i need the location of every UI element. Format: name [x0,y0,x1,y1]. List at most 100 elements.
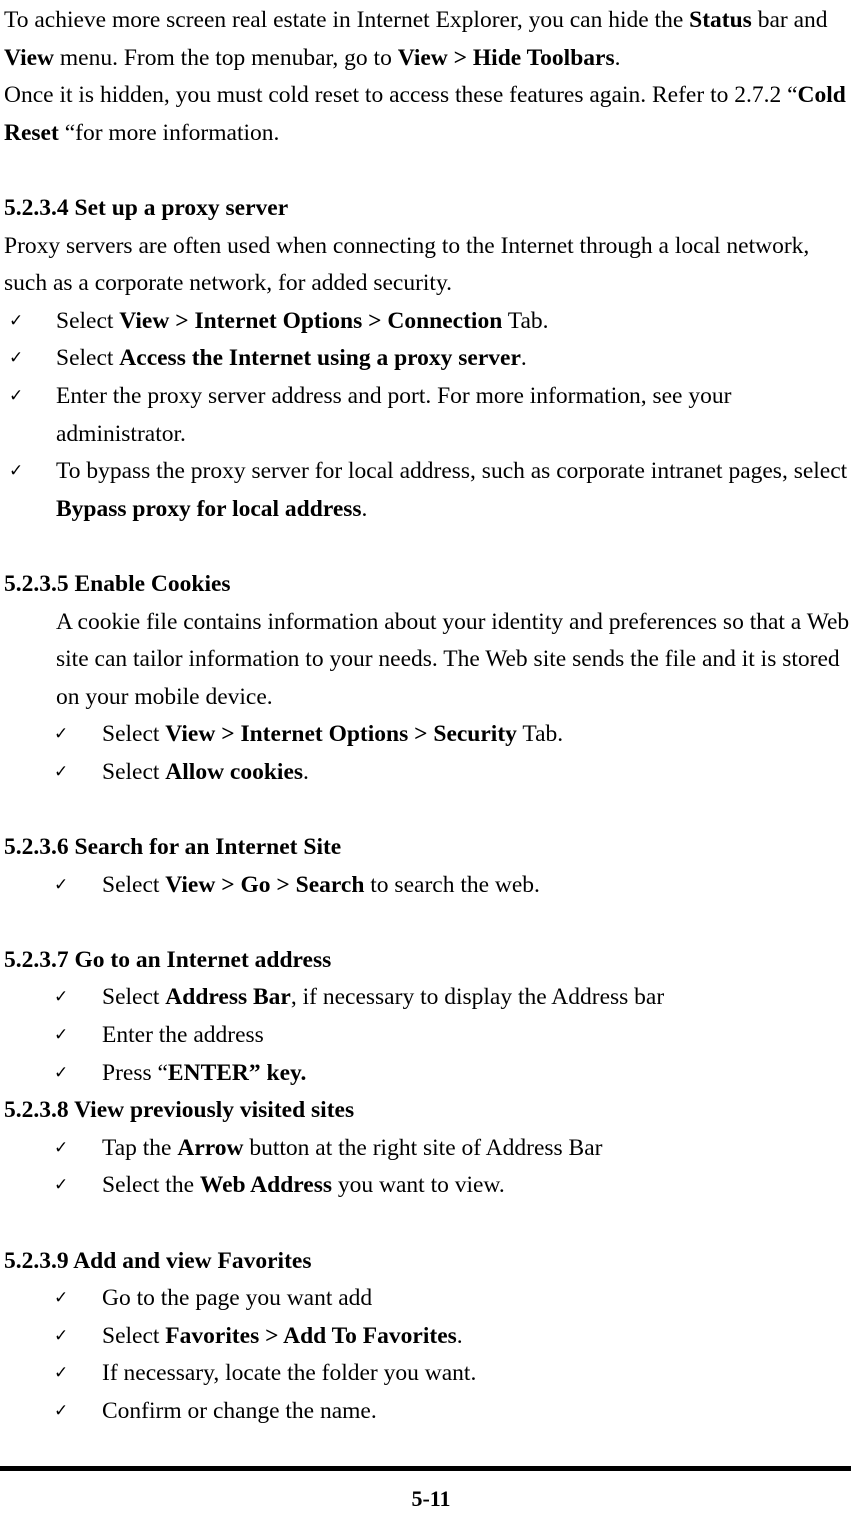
list-item: ✓ Select View > Internet Options > Secur… [4,716,852,754]
intro-bold-view: View [4,44,55,71]
list-item: ✓ Select the Web Address you want to vie… [4,1167,852,1205]
intro2-text-1: Once it is hidden, you must cold reset t… [4,82,798,109]
list-item-pre: Select [56,345,120,372]
list-item: ✓ Enter the address [4,1017,852,1055]
intro-text-4: . [614,44,621,71]
bullet-list-5-2-3-5: ✓ Select View > Internet Options > Secur… [4,716,852,791]
list-item-text: Press “ENTER” key. [102,1055,852,1093]
list-item-text: Select View > Go > Search to search the … [102,867,852,905]
bullet-list-5-2-3-9: ✓ Go to the page you want add ✓ Select F… [4,1280,852,1430]
intro-text-2: bar and [751,7,828,33]
list-item-text: Select Allow cookies. [102,754,852,792]
list-item-bold: Bypass proxy for local address [56,495,362,522]
list-item-bold: View > Internet Options > Security [165,721,517,748]
list-item: ✓ Select Favorites > Add To Favorites. [4,1318,852,1356]
checkmark-icon: ✓ [54,987,69,1008]
list-item-text: Tap the Arrow button at the right site o… [102,1130,852,1168]
section-heading-5-2-3-9: 5.2.3.9 Add and view Favorites [4,1247,312,1274]
section-heading-5-2-3-7: 5.2.3.7 Go to an Internet address [4,946,332,973]
list-item-pre: Select [102,984,166,1011]
checkmark-icon: ✓ [54,1137,69,1158]
list-item-text: If necessary, locate the folder you want… [102,1355,852,1393]
list-item-pre: Enter the proxy server address and port.… [56,382,732,447]
checkmark-icon: ✓ [54,761,69,782]
checkmark-icon: ✓ [54,724,69,745]
checkmark-icon: ✓ [54,1175,69,1196]
list-item-bold: Arrow [177,1134,244,1161]
list-item-post: Tab. [516,721,564,748]
list-item: ✓ If necessary, locate the folder you wa… [4,1355,852,1393]
section-paragraph-5-2-3-5: A cookie file contains information about… [56,608,850,710]
list-item-bold: View > Internet Options > Connection [119,307,503,334]
list-item-bold: Access the Internet using a proxy server [119,345,521,372]
list-item-text: To bypass the proxy server for local add… [56,453,852,528]
list-item: ✓ Select Allow cookies. [4,754,852,792]
list-item: ✓ Go to the page you want add [4,1280,852,1318]
list-item: ✓ Select Address Bar, if necessary to di… [4,979,852,1017]
intro-text-3: menu. From the top menubar, go to [54,44,398,71]
document-page: To achieve more screen real estate in In… [0,0,862,1519]
intro-bold-status: Status [689,7,752,33]
list-item-post: . [520,345,527,372]
list-item-pre: If necessary, locate the folder you want… [102,1360,477,1387]
list-item: ✓ Select View > Go > Search to search th… [4,867,852,905]
list-item-text: Go to the page you want add [102,1280,852,1318]
checkmark-icon: ✓ [9,310,24,331]
list-item-post: Tab. [502,307,549,334]
checkmark-icon: ✓ [54,1025,69,1046]
page-content: To achieve more screen real estate in In… [4,0,852,1431]
section-heading-5-2-3-4: 5.2.3.4 Set up a proxy server [4,194,289,221]
list-item-pre: Select [102,1322,166,1349]
list-item-text: Select View > Internet Options > Securit… [102,716,852,754]
list-item-pre: Select [102,721,166,748]
list-item-pre: Confirm or change the name. [102,1397,377,1424]
list-item-text: Select Favorites > Add To Favorites. [102,1318,852,1356]
checkmark-icon: ✓ [54,1400,69,1421]
list-item-pre: Select [102,871,166,898]
list-item-pre: Tap the [102,1134,178,1161]
list-item-pre: Enter the address [102,1022,264,1049]
list-item-pre: Go to the page you want add [102,1285,373,1312]
bullet-list-5-2-3-4: ✓ Select View > Internet Options > Conne… [4,303,852,529]
checkmark-icon: ✓ [54,1325,69,1346]
list-item-bold: View > Go > Search [165,871,365,898]
list-item: ✓ Enter the proxy server address and por… [4,378,852,453]
list-item-bold: Favorites > Add To Favorites [165,1322,457,1349]
list-item: ✓ Confirm or change the name. [4,1393,852,1431]
list-item: ✓ To bypass the proxy server for local a… [4,453,852,528]
list-item-post: button at the right site of Address Bar [243,1134,603,1161]
list-item-post: , if necessary to display the Address ba… [290,984,665,1011]
list-item-text: Select the Web Address you want to view. [102,1167,852,1205]
checkmark-icon: ✓ [54,1062,69,1083]
intro-text-1: To achieve more screen real estate in In… [4,7,690,33]
list-item-pre: Select [102,758,166,785]
list-item-text: Select Access the Internet using a proxy… [56,340,852,378]
list-item-bold: Allow cookies [165,758,304,785]
list-item-text: Confirm or change the name. [102,1393,852,1431]
bullet-list-5-2-3-8: ✓ Tap the Arrow button at the right site… [4,1130,852,1205]
section-heading-5-2-3-8: 5.2.3.8 View previously visited sites [4,1097,355,1124]
list-item-post: . [456,1322,463,1349]
bullet-list-5-2-3-6: ✓ Select View > Go > Search to search th… [4,867,852,905]
intro-paragraph-2: Once it is hidden, you must cold reset t… [4,77,852,152]
section-paragraph-5-2-3-4: Proxy servers are often used when connec… [4,232,810,297]
list-item: ✓ Select View > Internet Options > Conne… [4,303,852,341]
list-item-bold: Web Address [199,1172,333,1199]
section-heading-5-2-3-5: 5.2.3.5 Enable Cookies [4,570,231,597]
list-item-bold: ENTER” key. [167,1059,307,1086]
intro-bold-hide-toolbars: View > Hide Toolbars [397,44,615,71]
intro-paragraph: To achieve more screen real estate in In… [4,2,852,77]
footer-divider [0,1466,851,1471]
list-item-text: Enter the address [102,1017,852,1055]
list-item-text: Select Address Bar, if necessary to disp… [102,979,852,1017]
list-item-pre: Press “ [102,1059,168,1086]
list-item-pre: Select the [102,1172,200,1199]
list-item-pre: Select [56,307,120,334]
list-item-bold: Address Bar [165,984,291,1011]
checkmark-icon: ✓ [54,874,69,895]
